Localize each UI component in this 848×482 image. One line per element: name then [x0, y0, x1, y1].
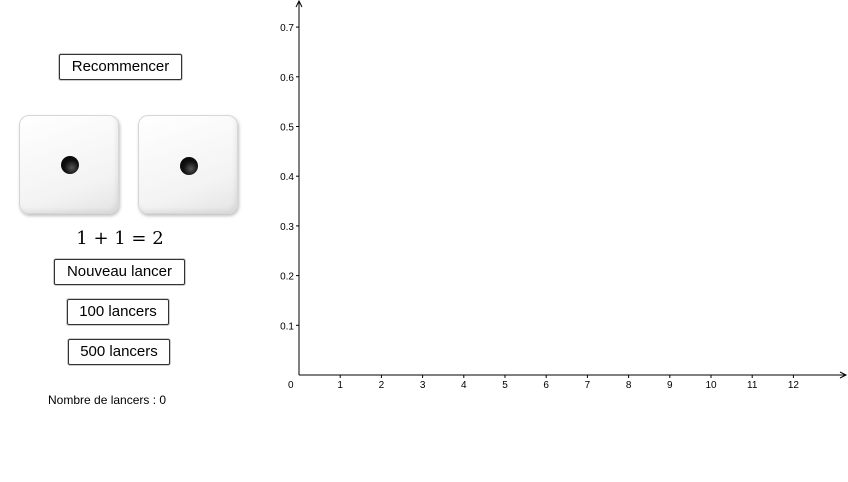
x-tick-label: 12: [788, 380, 800, 391]
x-tick-label: 6: [543, 380, 549, 391]
x-tick-label: 7: [585, 380, 591, 391]
x-tick-label: 1: [337, 380, 343, 391]
x-tick-label: 3: [420, 380, 426, 391]
y-tick-label: 0.5: [280, 123, 294, 134]
y-tick-label: 0.4: [280, 172, 294, 183]
origin-label: 0: [288, 380, 294, 391]
y-tick-label: 0.2: [280, 272, 294, 283]
x-tick-label: 11: [747, 380, 758, 391]
y-tick-label: 0.3: [280, 222, 294, 233]
x-tick-label: 10: [705, 380, 717, 391]
x-tick-label: 9: [667, 380, 673, 391]
x-tick-label: 4: [461, 380, 467, 391]
x-tick-label: 2: [379, 380, 385, 391]
y-tick-label: 0.6: [280, 73, 294, 84]
y-tick-label: 0.1: [280, 321, 294, 332]
x-tick-label: 5: [502, 380, 508, 391]
x-tick-label: 8: [626, 380, 632, 391]
frequency-chart: 0 1 2 3 4 5 6 7 8 9 10 11 120.10.20.30.40.50.60.7: [280, 0, 848, 391]
y-tick-label: 0.7: [280, 23, 294, 34]
